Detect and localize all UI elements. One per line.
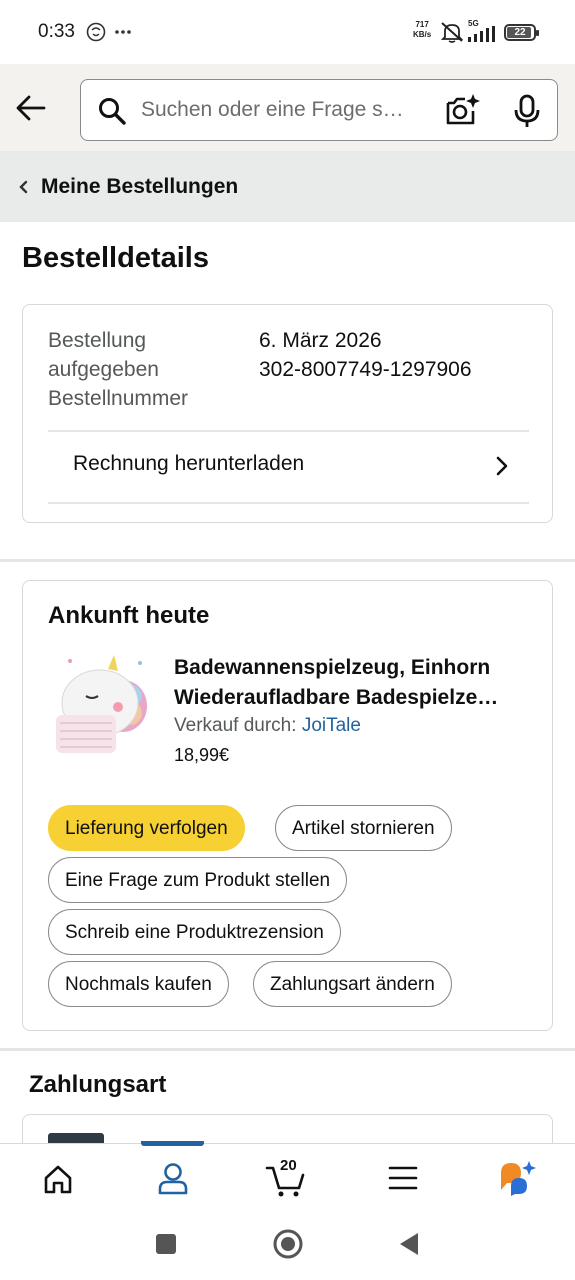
bottom-navigation: 20 [0,1141,575,1213]
signal-icon [468,26,495,42]
more-notifications-icon [115,30,131,34]
product-image[interactable] [48,651,152,755]
search-bar[interactable] [80,79,558,141]
order-number-label: Bestellnummer [48,387,189,410]
section-divider [0,1048,575,1051]
back-button-icon[interactable] [398,1232,420,1256]
download-invoice-label: Rechnung herunterladen [73,452,305,475]
write-review-button[interactable]: Schreib eine Produktrezension [48,909,341,955]
recent-apps-icon[interactable] [155,1233,177,1255]
order-number-value: 302-8007749-1297906 [259,358,472,381]
search-icon [99,98,126,125]
order-info-card: Bestellung aufgegeben 6. März 2026 302-8… [22,304,553,523]
track-delivery-button[interactable]: Lieferung verfolgen [48,805,245,851]
page-title: Bestelldetails [22,242,209,274]
search-input[interactable] [141,93,431,127]
change-payment-button[interactable]: Zahlungsart ändern [253,961,452,1007]
chevron-right-icon [496,456,508,476]
shipment-card: Ankunft heute Badewannenspielzeug, Einho… [22,580,553,1031]
cart-count-badge: 20 [280,1157,297,1174]
buy-again-button[interactable]: Nochmals kaufen [48,961,229,1007]
home-button-icon[interactable] [272,1228,304,1260]
status-time: 0:33 [38,21,75,42]
back-arrow-icon[interactable] [14,90,50,126]
active-tab-indicator [141,1141,204,1146]
notification-app-icon [86,22,106,42]
payment-heading: Zahlungsart [29,1071,167,1098]
order-placed-value: 6. März 2026 [259,329,382,352]
product-title[interactable]: Badewannenspielzeug, Einhorn Wiederaufla… [174,653,534,713]
divider [48,502,529,504]
product-price: 18,99€ [174,745,230,765]
seller-info: Verkauf durch: JoiTale [174,715,361,736]
rufus-assistant-icon[interactable] [497,1158,537,1198]
download-invoice-row[interactable]: Rechnung herunterladen [48,431,529,503]
seller-link[interactable]: JoiTale [302,715,361,736]
menu-icon[interactable] [383,1158,423,1198]
order-placed-label: Bestellung aufgegeben [48,329,159,381]
battery-icon: 22 [504,24,539,41]
chevron-left-icon [19,180,28,194]
breadcrumb[interactable]: Meine Bestellungen [0,151,575,222]
home-icon[interactable] [38,1158,78,1198]
shipment-heading: Ankunft heute [48,602,210,629]
system-navigation-bar [0,1213,575,1280]
account-icon[interactable] [153,1158,193,1198]
section-divider [0,559,575,562]
ask-question-button[interactable]: Eine Frage zum Produkt stellen [48,857,348,903]
search-header [0,64,575,151]
breadcrumb-label[interactable]: Meine Bestellungen [41,175,238,199]
cancel-item-button[interactable]: Artikel stornieren [275,805,452,851]
network-speed: 717 KB/s [413,20,432,39]
status-bar: 0:33 717 KB/s 5G 22 [0,0,575,64]
muted-bell-icon [440,22,464,43]
camera-search-icon[interactable] [445,93,481,129]
microphone-icon[interactable] [513,94,541,128]
